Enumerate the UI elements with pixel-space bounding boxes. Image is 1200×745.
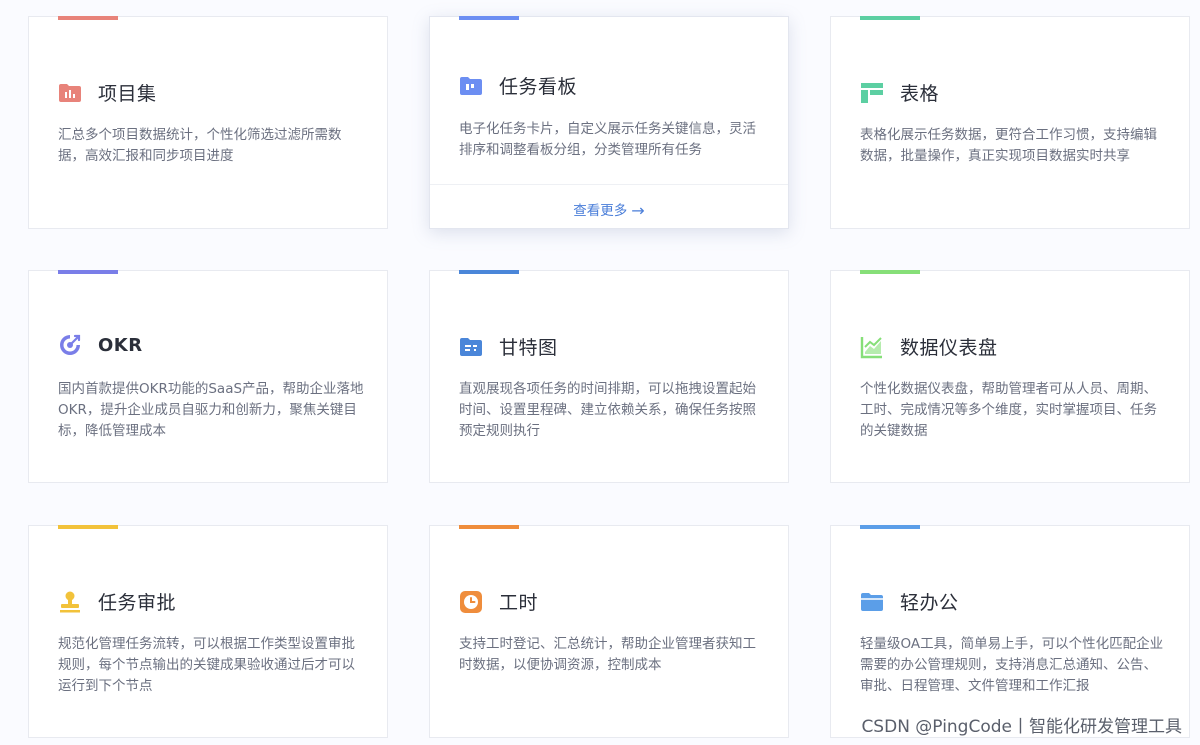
feature-card-okr[interactable]: OKR 国内首款提供OKR功能的SaaS产品，帮助企业落地OKR，提升企业成员自…	[28, 270, 388, 483]
okr-target-icon	[58, 333, 82, 357]
view-more-link[interactable]: 查看更多 →	[430, 199, 788, 220]
feature-card-project-set[interactable]: 项目集 汇总多个项目数据统计，个性化筛选过滤所需数据，高效汇报和同步项目进度	[28, 16, 388, 229]
feature-card-gantt[interactable]: 甘特图 直观展现各项任务的时间排期，可以拖拽设置起始时间、设置里程碑、建立依赖关…	[429, 270, 789, 483]
gantt-icon	[459, 335, 483, 359]
card-accent-bar	[459, 525, 519, 529]
card-title: 任务看板	[499, 76, 578, 98]
card-title: OKR	[98, 334, 143, 356]
arrow-right-icon: →	[631, 201, 645, 220]
watermark-text: CSDN @PingCode丨智能化研发管理工具	[859, 712, 1184, 737]
card-description: 轻量级OA工具，简单易上手，可以个性化匹配企业需要的办公管理规则，支持消息汇总通…	[860, 636, 1164, 694]
card-title: 项目集	[98, 83, 157, 105]
card-accent-bar	[459, 16, 519, 20]
clock-icon	[459, 590, 483, 614]
card-title: 表格	[900, 83, 940, 105]
card-title: 轻办公	[900, 592, 959, 614]
card-description: 国内首款提供OKR功能的SaaS产品，帮助企业落地OKR，提升企业成员自驱力和创…	[58, 381, 364, 439]
dashboard-chart-icon	[860, 335, 884, 359]
card-description: 个性化数据仪表盘，帮助管理者可从人员、周期、工时、完成情况等多个维度，实时掌握项…	[860, 381, 1157, 439]
approval-stamp-icon	[58, 590, 82, 614]
feature-card-table[interactable]: 表格 表格化展示任务数据，更符合工作习惯，支持编辑数据，批量操作，真正实现项目数…	[830, 16, 1190, 229]
card-description: 直观展现各项任务的时间排期，可以拖拽设置起始时间、设置里程碑、建立依赖关系，确保…	[459, 381, 756, 439]
card-title: 数据仪表盘	[900, 337, 998, 359]
card-description: 支持工时登记、汇总统计，帮助企业管理者获知工时数据，以便协调资源，控制成本	[459, 636, 756, 673]
card-header: 甘特图	[459, 333, 558, 360]
card-header: 任务看板	[459, 72, 577, 99]
card-description: 电子化任务卡片，自定义展示任务关键信息，灵活排序和调整看板分组，分类管理所有任务	[459, 121, 756, 158]
feature-card-timesheet[interactable]: 工时 支持工时登记、汇总统计，帮助企业管理者获知工时数据，以便协调资源，控制成本	[429, 525, 789, 738]
card-accent-bar	[860, 525, 920, 529]
table-icon	[860, 81, 884, 105]
card-header: 工时	[459, 588, 538, 615]
card-header: 任务审批	[58, 588, 176, 615]
card-header: 轻办公	[860, 588, 959, 615]
card-accent-bar	[860, 270, 920, 274]
card-accent-bar	[58, 270, 118, 274]
project-set-icon	[58, 81, 82, 105]
folder-icon	[860, 590, 884, 614]
kanban-icon	[459, 74, 483, 98]
card-title: 甘特图	[499, 337, 558, 359]
card-description: 表格化展示任务数据，更符合工作习惯，支持编辑数据，批量操作，真正实现项目数据实时…	[860, 127, 1157, 164]
card-accent-bar	[459, 270, 519, 274]
card-accent-bar	[58, 16, 118, 20]
feature-card-approval[interactable]: 任务审批 规范化管理任务流转，可以根据工作类型设置审批规则，每个节点输出的关键成…	[28, 525, 388, 738]
card-header: 项目集	[58, 79, 157, 106]
card-accent-bar	[58, 525, 118, 529]
card-divider	[430, 184, 788, 185]
card-description: 汇总多个项目数据统计，个性化筛选过滤所需数据，高效汇报和同步项目进度	[58, 127, 342, 164]
card-description: 规范化管理任务流转，可以根据工作类型设置审批规则，每个节点输出的关键成果验收通过…	[58, 636, 355, 694]
feature-card-kanban[interactable]: 任务看板 电子化任务卡片，自定义展示任务关键信息，灵活排序和调整看板分组，分类管…	[429, 16, 789, 229]
card-header: OKR	[58, 333, 143, 357]
card-title: 工时	[499, 592, 539, 614]
feature-card-light-office[interactable]: 轻办公 轻量级OA工具，简单易上手，可以个性化匹配企业需要的办公管理规则，支持消…	[830, 525, 1190, 738]
feature-card-dashboard[interactable]: 数据仪表盘 个性化数据仪表盘，帮助管理者可从人员、周期、工时、完成情况等多个维度…	[830, 270, 1190, 483]
card-header: 数据仪表盘	[860, 333, 998, 360]
view-more-label: 查看更多	[573, 203, 628, 219]
card-header: 表格	[860, 79, 939, 106]
card-accent-bar	[860, 16, 920, 20]
card-title: 任务审批	[98, 592, 177, 614]
